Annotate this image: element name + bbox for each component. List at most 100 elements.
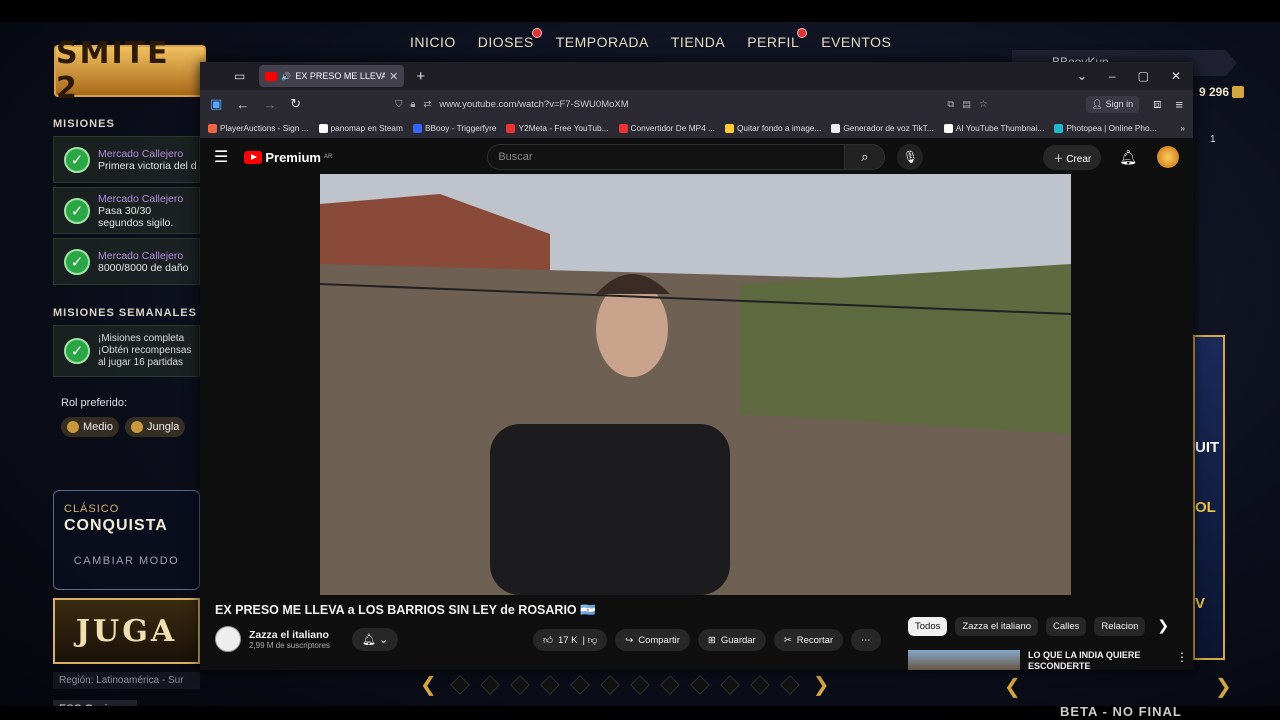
address-bar[interactable]: ⛉ 🔒︎ ⇄ www.youtube.com/watch?v=F7-SWU0Mo… <box>395 99 987 110</box>
close-icon[interactable]: ✕ <box>1171 69 1181 83</box>
forward-icon[interactable]: → <box>263 97 276 112</box>
friends-count: 1 <box>1210 134 1216 145</box>
video-thumbnail[interactable] <box>908 650 1020 670</box>
chip-todos[interactable]: Todos <box>908 617 948 636</box>
tab-bar: ▭ 🔊 EX PRESO ME LLEVA a LOS ✕ + ⌄ – ▢ ✕ <box>200 62 1193 90</box>
sidebar-toggle-icon[interactable]: ▣ <box>210 96 222 112</box>
nav-inicio[interactable]: INICIO <box>410 34 456 50</box>
chip-calles[interactable]: Calles <box>1046 617 1087 636</box>
chip-relacion[interactable]: Relacion <box>1094 617 1146 636</box>
new-tab-icon[interactable]: + <box>416 68 425 85</box>
close-tab-icon[interactable]: ✕ <box>389 70 398 83</box>
change-mode-button[interactable]: CAMBIAR MODO <box>64 555 189 567</box>
video-player[interactable] <box>320 174 1071 595</box>
chip-channel[interactable]: Zazza el italiano <box>955 617 1039 636</box>
play-button[interactable]: JUGA <box>53 598 200 664</box>
favicon-icon <box>208 123 217 133</box>
channel-avatar[interactable] <box>215 626 241 652</box>
kebab-menu-icon[interactable]: ⋮ <box>1176 650 1188 670</box>
arrow-right-icon[interactable]: ❯ <box>813 672 830 697</box>
favicon-icon <box>412 123 422 133</box>
lock-icon[interactable]: 🔒︎ <box>410 99 415 110</box>
create-button[interactable]: ＋ Crear <box>1043 144 1102 170</box>
youtube-favicon-icon <box>265 71 278 81</box>
extensions-icon[interactable]: ⧈ <box>1153 96 1161 112</box>
nav-temporada[interactable]: TEMPORADA <box>556 34 649 50</box>
favicon-icon <box>618 123 628 133</box>
url-text[interactable]: www.youtube.com/watch?v=F7-SWU0MoXM <box>439 99 939 110</box>
permissions-icon[interactable]: ⇄ <box>423 99 431 110</box>
more-bookmarks-icon[interactable]: » <box>1180 123 1185 133</box>
missions-panel: MISIONES ✓ Mercado Callejero Primera vict… <box>53 118 200 437</box>
notifications-bell-icon[interactable]: 🔔︎ <box>1119 149 1137 166</box>
chevron-right-icon[interactable]: ❯ <box>1157 617 1169 636</box>
bookmarks-bar: PlayerAuctions - Sign ... panomap en Ste… <box>200 118 1193 138</box>
favicon-icon <box>506 123 516 133</box>
browser-tab[interactable]: 🔊 EX PRESO ME LLEVA a LOS ✕ <box>259 65 405 87</box>
like-button[interactable]: 👍︎ 17 K | 👎︎ <box>533 629 608 651</box>
youtube-premium-logo[interactable]: Premium AR <box>244 150 332 165</box>
recommended-video[interactable]: LO QUE LA INDIA QUIERE ESCONDERTE ⋮ <box>908 650 1188 670</box>
minimize-icon[interactable]: – <box>1109 69 1116 83</box>
nav-perfil[interactable]: PERFIL <box>747 28 808 50</box>
carousel-indicator: ❮ ❯ <box>420 672 830 697</box>
hamburger-menu-icon[interactable]: ☰ <box>214 147 228 167</box>
search-icon[interactable]: ⌕ <box>845 144 886 170</box>
picture-in-picture-icon[interactable]: ⧉ <box>947 99 954 110</box>
chevron-down-icon[interactable]: ⌄ <box>1077 69 1087 83</box>
arrow-left-icon[interactable]: ❮ <box>1004 674 1021 699</box>
bookmark-item[interactable]: AI YouTube Thumbnai... <box>943 123 1044 133</box>
bookmark-item[interactable]: BBooy - Triggerfyre <box>412 123 496 133</box>
role-icon <box>67 421 79 433</box>
screen-top-bar <box>0 0 1280 22</box>
event-card[interactable]: UIT OL V <box>1193 335 1225 660</box>
avatar[interactable] <box>1157 146 1179 168</box>
more-actions-button[interactable]: ⋯ <box>851 629 881 651</box>
bookmark-star-icon[interactable]: ☆ <box>979 99 988 110</box>
nav-eventos[interactable]: EVENTOS <box>821 34 891 50</box>
coin-icon <box>1232 86 1245 98</box>
bookmark-item[interactable]: Quitar fondo a image... <box>724 123 821 133</box>
tab-list-icon[interactable]: ▭ <box>234 69 245 83</box>
bookmark-item[interactable]: Convertidor De MP4 ... <box>618 123 715 133</box>
role-chip-jungla[interactable]: Jungla <box>124 417 186 437</box>
subscription-bell-button[interactable]: 🔔︎ ⌄ <box>351 627 399 651</box>
bookmark-item[interactable]: PlayerAuctions - Sign ... <box>208 123 309 133</box>
bookmark-item[interactable]: Generador de voz TikT... <box>831 123 934 133</box>
sign-in-button[interactable]: 👤︎ Sign in <box>1085 95 1140 113</box>
mission-item[interactable]: ✓ Mercado Callejero Pasa 30/30 segundos s… <box>53 187 200 234</box>
microphone-icon[interactable]: 🎙︎ <box>897 144 924 170</box>
mission-item[interactable]: ✓ Mercado Callejero Primera victoria del … <box>53 136 200 183</box>
missions-title: MISIONES <box>53 118 115 130</box>
reload-icon[interactable]: ↻ <box>290 96 301 112</box>
region-label: Región: Latinoamérica - Sur <box>53 672 200 689</box>
recommended-title[interactable]: LO QUE LA INDIA QUIERE ESCONDERTE <box>1028 650 1168 670</box>
search-input[interactable]: Buscar <box>487 144 846 170</box>
bookmark-item[interactable]: Photopea | Online Pho... <box>1054 123 1157 133</box>
video-title: EX PRESO ME LLEVA a LOS BARRIOS SIN LEY … <box>215 603 596 617</box>
nav-tienda[interactable]: TIENDA <box>671 34 725 50</box>
speaker-icon[interactable]: 🔊 <box>281 72 291 81</box>
arrow-right-icon[interactable]: ❯ <box>1215 674 1232 699</box>
role-chip-medio[interactable]: Medio <box>61 417 119 437</box>
clip-button[interactable]: ✂ Recortar <box>773 629 844 651</box>
reader-mode-icon[interactable]: ▤ <box>962 99 971 110</box>
arrow-left-icon[interactable]: ❮ <box>420 672 437 697</box>
shield-icon[interactable]: ⛉ <box>395 99 402 110</box>
menu-icon[interactable]: ≡ <box>1175 97 1183 112</box>
back-icon[interactable]: ← <box>236 97 249 112</box>
save-button[interactable]: ⊞ Guardar <box>697 629 766 651</box>
channel-name[interactable]: Zazza el italiano <box>249 629 330 641</box>
mission-item[interactable]: ✓ Mercado Callejero 8000/8000 de daño <box>53 238 200 285</box>
bookmark-item[interactable]: Y2Meta - Free YouTub... <box>506 123 609 133</box>
maximize-icon[interactable]: ▢ <box>1138 69 1149 83</box>
video-frame-image <box>320 174 1071 595</box>
mode-selector[interactable]: CLÁSICO CONQUISTA CAMBIAR MODO <box>53 490 200 590</box>
youtube-play-icon <box>244 150 263 164</box>
bookmark-item[interactable]: panomap en Steam <box>318 123 403 133</box>
youtube-header: ☰ Premium AR Buscar ⌕ 🎙︎ ＋ Crear 🔔︎ <box>200 138 1193 176</box>
browser-window: ▭ 🔊 EX PRESO ME LLEVA a LOS ✕ + ⌄ – ▢ ✕ … <box>200 62 1193 670</box>
weekly-mission[interactable]: ✓ ¡Misiones completa ¡Obtén recompensas … <box>53 325 200 377</box>
share-button[interactable]: ↪ Compartir <box>615 629 690 651</box>
nav-dioses[interactable]: DIOSES <box>478 28 542 50</box>
